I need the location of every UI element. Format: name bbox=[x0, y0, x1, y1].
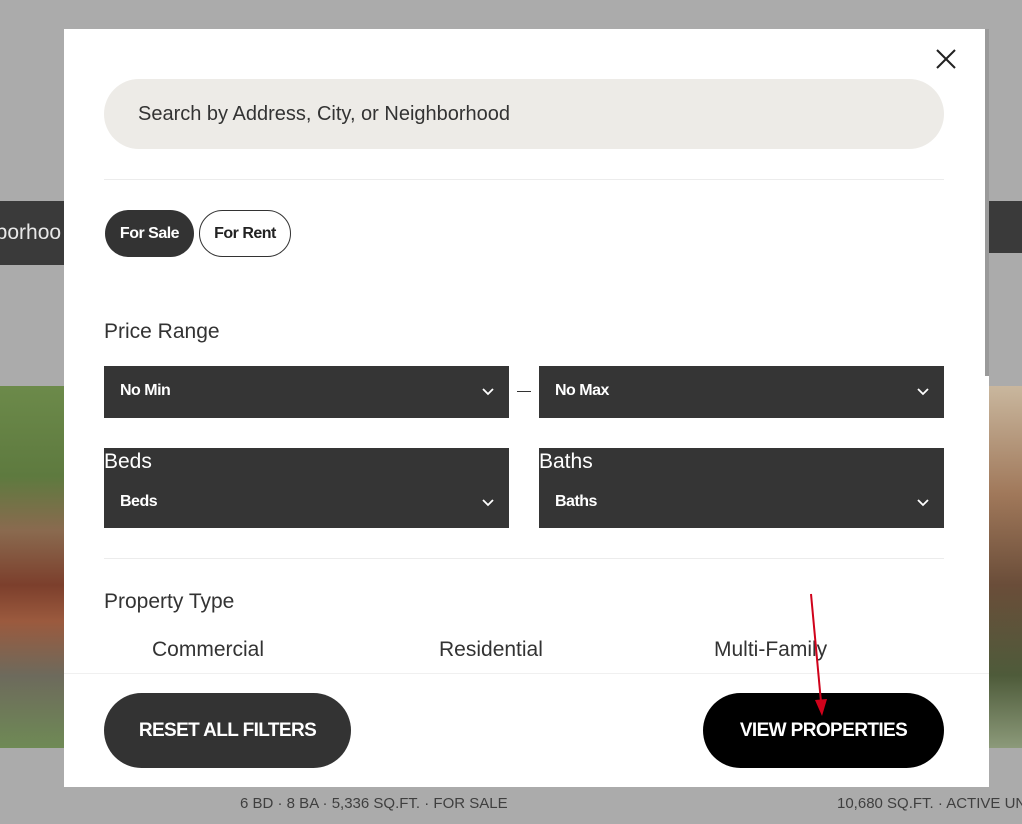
property-type-residential[interactable]: Residential bbox=[439, 638, 543, 662]
background-listing-caption: 10,680 SQ.FT. · ACTIVE UN bbox=[837, 795, 1022, 812]
chevron-down-icon bbox=[917, 388, 929, 396]
background-nav-text: nborhoo bbox=[0, 221, 62, 244]
search-filter-modal: For Sale For Rent Price Range No Min No … bbox=[64, 29, 989, 787]
reset-all-filters-button[interactable]: RESET ALL FILTERS bbox=[104, 693, 351, 768]
close-icon bbox=[936, 49, 956, 69]
background-listing-photo bbox=[0, 386, 70, 748]
property-type-commercial[interactable]: Commercial bbox=[152, 638, 264, 662]
price-range-separator bbox=[517, 391, 531, 392]
section-divider bbox=[104, 558, 944, 559]
price-range-label: Price Range bbox=[104, 320, 220, 343]
section-divider bbox=[104, 179, 944, 180]
property-type-label: Property Type bbox=[104, 590, 235, 613]
close-button[interactable] bbox=[933, 46, 959, 72]
background-listing-photo bbox=[988, 386, 1022, 748]
chevron-down-icon bbox=[482, 388, 494, 396]
price-min-value: No Min bbox=[120, 382, 171, 399]
price-min-select[interactable]: No Min bbox=[104, 366, 509, 418]
price-max-select[interactable]: No Max bbox=[539, 366, 944, 418]
baths-value: Baths bbox=[555, 493, 597, 510]
modal-scrollbar-thumb[interactable] bbox=[985, 29, 989, 376]
search-input[interactable] bbox=[104, 79, 944, 149]
chevron-down-icon bbox=[482, 499, 494, 507]
beds-value: Beds bbox=[120, 493, 158, 510]
background-listing-caption: 6 BD · 8 BA · 5,336 SQ.FT. · FOR SALE bbox=[240, 795, 508, 812]
view-properties-button[interactable]: VIEW PROPERTIES bbox=[703, 693, 944, 768]
property-type-multi-family[interactable]: Multi-Family bbox=[714, 638, 827, 662]
chevron-down-icon bbox=[917, 499, 929, 507]
footer-divider bbox=[64, 673, 989, 674]
baths-select[interactable]: Baths Baths bbox=[539, 448, 944, 528]
beds-label: Beds bbox=[104, 450, 152, 473]
baths-label: Baths bbox=[539, 450, 593, 473]
beds-select[interactable]: Beds Beds bbox=[104, 448, 509, 528]
for-sale-toggle[interactable]: For Sale bbox=[105, 210, 194, 257]
for-rent-toggle[interactable]: For Rent bbox=[199, 210, 291, 257]
price-max-value: No Max bbox=[555, 382, 609, 399]
